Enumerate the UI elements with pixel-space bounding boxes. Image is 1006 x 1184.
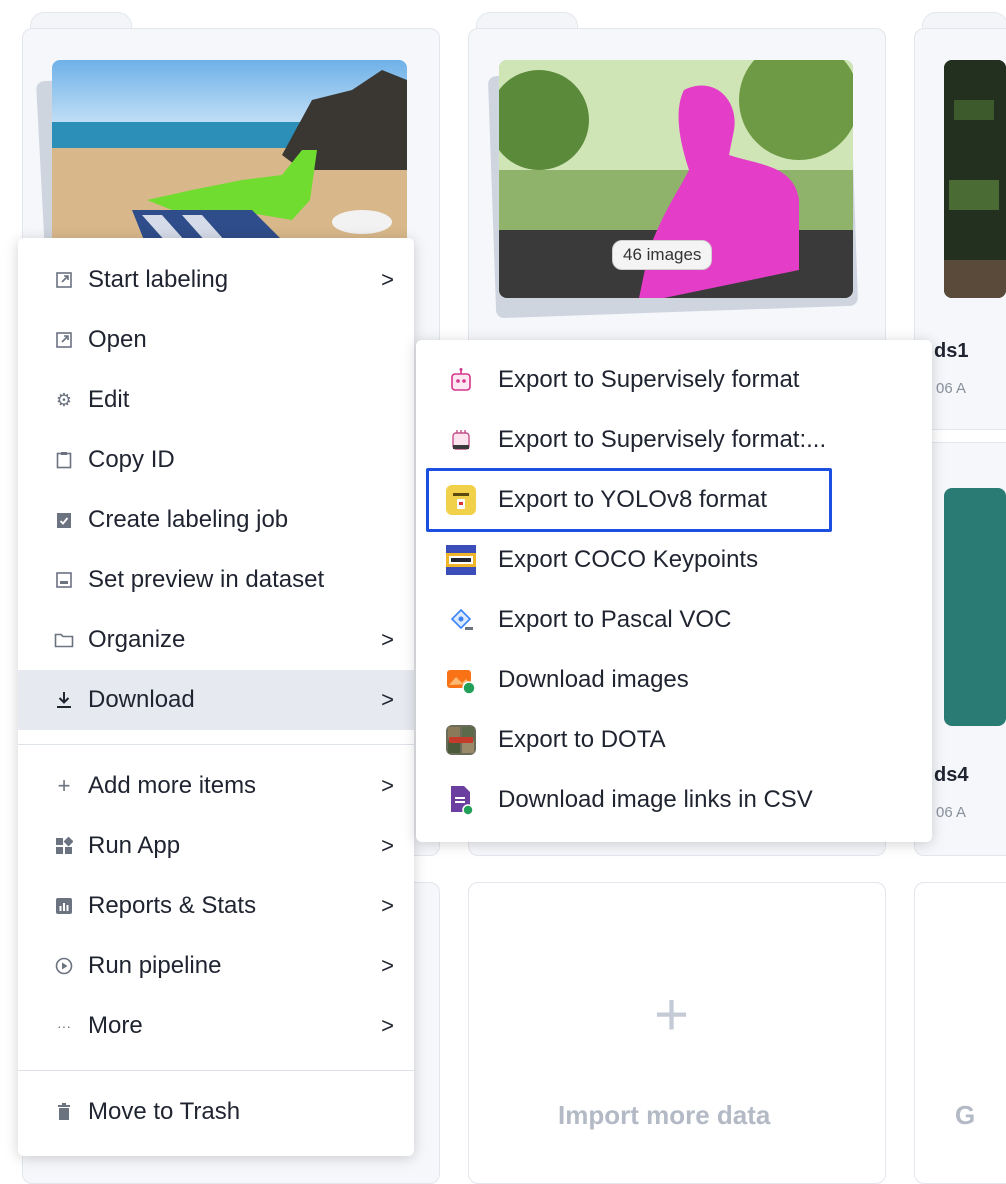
menu-item-set-preview[interactable]: Set preview in dataset — [18, 550, 414, 610]
image-count-badge: 46 images — [612, 240, 713, 270]
download-icon — [54, 690, 74, 710]
menu-divider — [18, 744, 414, 745]
submenu-item-export-dota[interactable]: Export to DOTA — [416, 710, 932, 770]
dataset-date: 06 A — [936, 804, 967, 821]
submenu-item-export-supervisely[interactable]: Export to Supervisely format — [416, 350, 932, 410]
chevron-right-icon: > — [381, 893, 394, 918]
chevron-right-icon: > — [381, 833, 394, 858]
image-icon — [54, 570, 74, 590]
menu-item-reports-stats[interactable]: Reports & Stats > — [18, 876, 414, 936]
submenu-item-label: Download image links in CSV — [498, 786, 813, 813]
dataset-thumbnail[interactable] — [52, 60, 407, 260]
submenu-item-download-csv-links[interactable]: Download image links in CSV — [416, 770, 932, 830]
submenu-item-export-supervisely-2[interactable]: Export to Supervisely format:... — [416, 410, 932, 470]
submenu-item-export-coco-keypoints[interactable]: Export COCO Keypoints — [416, 530, 932, 590]
submenu-item-label: Export to Pascal VOC — [498, 606, 732, 633]
dataset-thumbnail[interactable] — [944, 60, 1006, 298]
submenu-item-download-images[interactable]: Download images — [416, 650, 932, 710]
menu-item-copy-id[interactable]: Copy ID — [18, 430, 414, 490]
csv-icon — [446, 785, 476, 815]
menu-item-run-pipeline[interactable]: Run pipeline > — [18, 936, 414, 996]
menu-item-label: Copy ID — [88, 446, 175, 473]
download-submenu: Export to Supervisely format Export to S… — [416, 340, 932, 842]
menu-item-label: Set preview in dataset — [88, 566, 325, 593]
coco-icon — [446, 545, 476, 575]
plus-icon: + — [654, 981, 690, 1048]
chevron-right-icon: > — [381, 953, 394, 978]
context-menu: Start labeling > Open ⚙ Edit Copy ID Cre… — [18, 238, 414, 1156]
chevron-right-icon: > — [381, 773, 394, 798]
menu-item-label: Run App — [88, 832, 181, 859]
import-more-data-label: Import more data — [558, 1100, 771, 1130]
chevron-right-icon: > — [381, 627, 394, 652]
menu-item-create-labeling-job[interactable]: Create labeling job — [18, 490, 414, 550]
menu-item-label: Run pipeline — [88, 952, 222, 979]
external-link-icon — [54, 330, 74, 350]
chevron-right-icon: > — [381, 687, 394, 712]
menu-item-label: Move to Trash — [88, 1098, 241, 1125]
trash-icon — [54, 1102, 74, 1122]
highlight-box — [426, 468, 832, 532]
plants-image — [944, 60, 1006, 298]
pascal-icon — [446, 605, 476, 635]
chevron-right-icon: > — [381, 267, 394, 292]
menu-item-label: Add more items — [88, 772, 257, 799]
dataset-date: 06 A — [936, 380, 967, 397]
submenu-item-label: Export to Supervisely format:... — [498, 426, 827, 453]
submenu-item-label: Export to Supervisely format — [498, 366, 800, 393]
clipboard-icon — [54, 450, 74, 470]
menu-item-edit[interactable]: ⚙ Edit — [18, 370, 414, 430]
submenu-item-export-pascal-voc[interactable]: Export to Pascal VOC — [416, 590, 932, 650]
dataset-card[interactable] — [914, 882, 1006, 1184]
menu-item-download[interactable]: Download > — [18, 670, 414, 730]
apps-icon — [54, 836, 74, 856]
submenu-item-label: Export to DOTA — [498, 726, 666, 753]
card-label-partial: G — [955, 1100, 976, 1130]
menu-item-start-labeling[interactable]: Start labeling > — [18, 250, 414, 310]
menu-item-run-app[interactable]: Run App > — [18, 816, 414, 876]
menu-item-open[interactable]: Open — [18, 310, 414, 370]
dataset-name[interactable]: ds4 — [934, 764, 968, 787]
submenu-item-label: Download images — [498, 666, 689, 693]
menu-item-label: Create labeling job — [88, 506, 289, 533]
menu-item-label: Open — [88, 326, 147, 353]
menu-item-move-to-trash[interactable]: Move to Trash — [18, 1082, 414, 1142]
beach-image — [52, 60, 407, 260]
menu-divider — [18, 1070, 414, 1071]
gear-icon: ⚙ — [55, 389, 73, 410]
dota-icon — [446, 725, 476, 755]
ellipsis-icon: ··· — [57, 1018, 71, 1034]
menu-item-organize[interactable]: Organize > — [18, 610, 414, 670]
images-download-icon — [446, 665, 476, 695]
robot-icon — [446, 425, 476, 455]
plus-icon: + — [57, 773, 71, 798]
chevron-right-icon: > — [381, 1013, 394, 1038]
menu-item-label: Download — [88, 686, 195, 713]
play-circle-icon — [54, 956, 74, 976]
menu-item-label: Start labeling — [88, 266, 229, 293]
chart-icon — [54, 896, 74, 916]
menu-item-label: Edit — [88, 386, 130, 413]
folder-icon — [54, 630, 74, 650]
robot-icon — [446, 365, 476, 395]
dataset-thumbnail[interactable] — [944, 488, 1006, 726]
menu-item-label: More — [88, 1012, 143, 1039]
dataset-name[interactable]: ds1 — [934, 340, 968, 363]
clipboard-check-icon — [54, 510, 74, 530]
submenu-item-label: Export COCO Keypoints — [498, 546, 759, 573]
menu-item-add-more-items[interactable]: + Add more items > — [18, 756, 414, 816]
menu-item-more[interactable]: ··· More > — [18, 996, 414, 1056]
external-link-icon — [54, 270, 74, 290]
menu-item-label: Organize — [88, 626, 186, 653]
menu-item-label: Reports & Stats — [88, 892, 257, 919]
